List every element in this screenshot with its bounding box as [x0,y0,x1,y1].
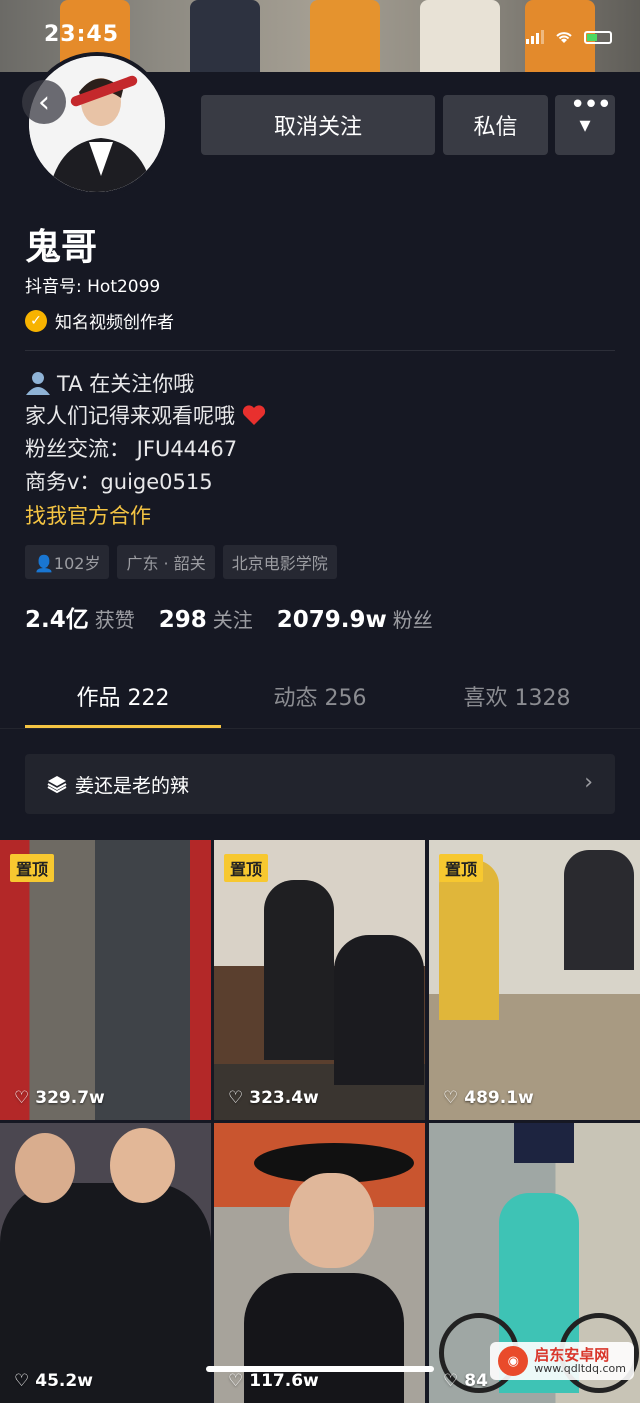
tab-works[interactable]: 作品 222 [25,680,221,712]
profile-stats: 2.4亿 获赞 298 关注 2079.9w 粉丝 [25,600,433,634]
video-thumbnail[interactable]: 置顶 ♡ 323.4w [214,840,425,1120]
divider [25,350,615,351]
unfollow-button[interactable]: 取消关注 [201,95,435,155]
official-cooperation-link[interactable]: 找我官方合作 [25,500,151,530]
banner-figure [190,0,260,72]
tab-dynamic[interactable]: 动态 256 [222,680,418,712]
video-likes: ♡ 117.6w [228,1371,319,1391]
followers-stat[interactable]: 2079.9w 粉丝 [277,604,433,633]
school-tag: 北京电影学院 [222,545,337,579]
bio-line-3: 粉丝交流： JFU44467 [25,437,238,461]
person-icon: 👤 [34,554,54,573]
heart-outline-icon: ♡ [443,1088,459,1108]
video-thumbnail[interactable]: ♡ 117.6w [214,1123,425,1403]
bio-line-1: TA 在关注你哦 [57,372,195,396]
wifi-icon [556,32,572,43]
tab-favorites[interactable]: 喜欢 1328 [419,680,615,712]
watermark-url: www.qdltdq.com [534,1362,626,1376]
site-watermark: ◉ 启东安卓网 www.qdltdq.com [490,1342,634,1380]
heart-outline-icon: ♡ [443,1371,459,1391]
bio-line: TA 在关注你哦 [25,368,194,398]
banner-figure [420,0,500,72]
message-button[interactable]: 私信 [443,95,548,155]
video-thumbnail[interactable]: 置顶 ♡ 329.7w [0,840,211,1120]
heart-outline-icon: ♡ [14,1088,30,1108]
watermark-logo-icon: ◉ [498,1346,529,1376]
content-tabs: 作品 222 动态 256 喜欢 1328 [0,680,640,728]
status-icons [526,30,612,44]
likes-stat[interactable]: 2.4亿 获赞 [25,600,135,634]
avatar[interactable] [25,52,169,196]
video-thumbnail[interactable]: 置顶 ♡ 489.1w [429,840,640,1120]
verified-row: ✓ 知名视频创作者 [25,308,174,333]
battery-icon [584,30,612,44]
verified-label: 知名视频创作者 [55,313,174,333]
watermark-title: 启东安卓网 [534,1345,610,1364]
pinned-badge: 置顶 [10,854,55,882]
bio-line: 家人们记得来观看呢哦 [25,400,267,430]
home-indicator[interactable] [206,1366,434,1372]
status-time: 23:45 [44,22,120,47]
video-likes: ♡ 45.2w [14,1371,93,1391]
following-stat[interactable]: 298 关注 [159,604,253,633]
back-icon: ‹ [38,84,50,120]
chevron-right-icon: › [584,770,593,795]
signal-icon [526,30,544,44]
verified-icon: ✓ [25,309,47,332]
profile-tags: 👤102岁 广东 · 韶关 北京电影学院 [25,545,337,579]
video-thumbnail[interactable]: ♡ 45.2w [0,1123,211,1403]
profile-name: 鬼哥 [25,227,98,268]
pinned-badge: 置顶 [224,854,269,882]
banner-figure [310,0,380,72]
bio-line-2: 家人们记得来观看呢哦 [25,404,235,428]
collection-row[interactable]: 姜还是老的辣 › [25,754,615,814]
location-tag: 广东 · 韶关 [117,545,215,579]
heart-outline-icon: ♡ [14,1371,30,1391]
pinned-badge: 置顶 [439,854,484,882]
video-likes: ♡ 84 [443,1371,488,1391]
video-likes: ♡ 489.1w [443,1088,534,1108]
heart-emoji-icon [242,405,266,425]
bio-line-4: 商务v：guige0515 [25,470,213,494]
collection-label: 姜还是老的辣 [75,774,190,797]
person-icon [26,372,50,395]
more-options-icon[interactable]: ••• [570,90,612,120]
divider [0,728,640,729]
heart-outline-icon: ♡ [228,1371,244,1391]
age-tag: 👤102岁 [25,545,110,579]
back-button[interactable]: ‹ [22,80,66,124]
heart-outline-icon: ♡ [228,1088,244,1108]
video-likes: ♡ 323.4w [228,1088,319,1108]
video-likes: ♡ 329.7w [14,1088,105,1108]
layers-icon [47,776,67,794]
douyin-id: 抖音号: Hot2099 [25,277,161,297]
